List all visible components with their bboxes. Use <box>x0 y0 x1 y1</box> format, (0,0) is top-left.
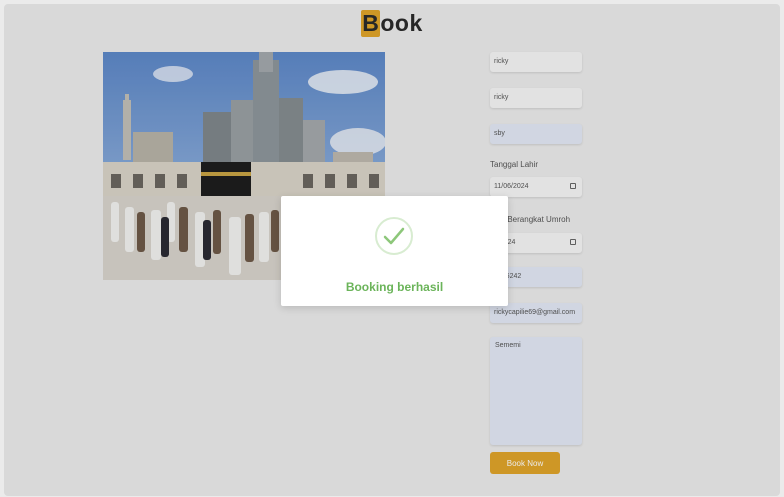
success-message: Booking berhasil <box>345 280 444 294</box>
success-dialog: Booking berhasil <box>281 196 508 306</box>
checkmark-icon <box>375 217 413 255</box>
